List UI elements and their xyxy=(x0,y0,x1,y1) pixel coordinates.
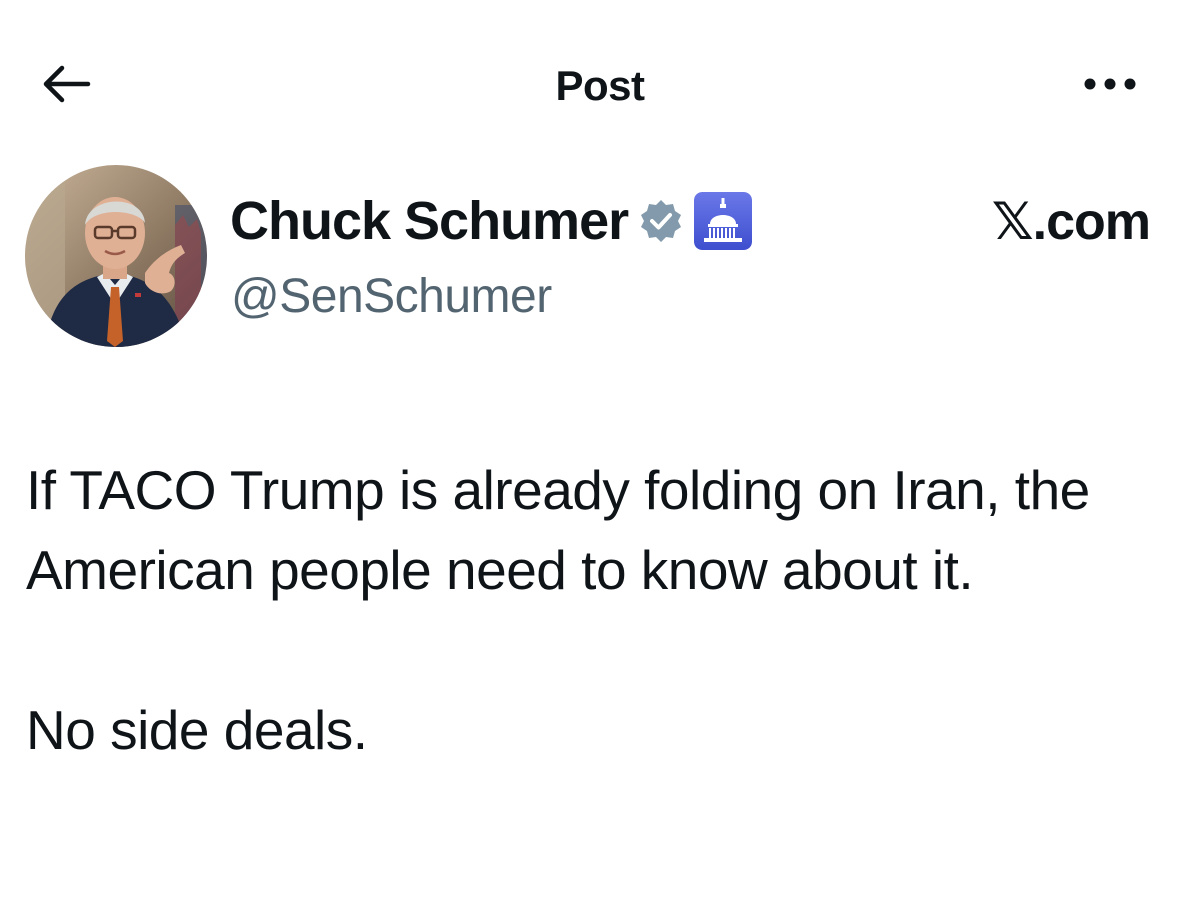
post-text: If TACO Trump is already folding on Iran… xyxy=(26,450,1186,770)
author-display-name[interactable]: Chuck Schumer xyxy=(230,186,629,256)
page-title: Post xyxy=(555,62,645,109)
more-horizontal-icon xyxy=(1082,76,1138,97)
source-label: 𝕏.com xyxy=(991,193,1151,251)
avatar[interactable] xyxy=(25,165,207,347)
more-options-button[interactable] xyxy=(1078,64,1142,108)
verified-badge-icon[interactable] xyxy=(638,198,684,244)
author-handle[interactable]: @SenSchumer xyxy=(231,266,552,328)
post-paragraph: No side deals. xyxy=(26,699,368,761)
post-paragraph: If TACO Trump is already folding on Iran… xyxy=(26,459,1102,601)
capitol-dome-icon[interactable] xyxy=(694,192,753,250)
author-name-row: Chuck Schumer xyxy=(230,186,753,256)
top-bar: Post xyxy=(0,0,1200,170)
